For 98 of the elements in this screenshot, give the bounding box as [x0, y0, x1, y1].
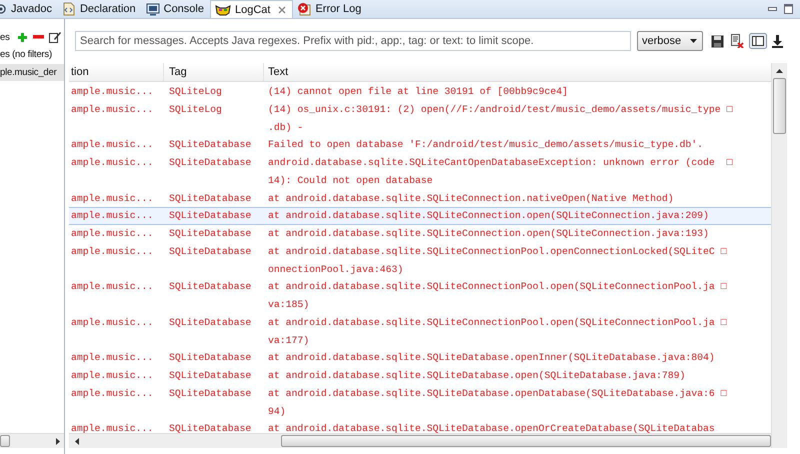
view-tab[interactable]: Declaration [58, 0, 142, 18]
message-cell-text: va:185) [268, 298, 310, 312]
close-icon[interactable] [278, 6, 286, 14]
scrollbar-thumb[interactable] [281, 435, 771, 447]
maximize-icon[interactable] [784, 4, 793, 14]
dropdown-caret-icon [690, 39, 697, 43]
app-cell-text: ample.music... [71, 351, 154, 366]
scrollbar-thumb[interactable] [773, 78, 786, 134]
minus-icon[interactable] [32, 35, 44, 39]
message-cell-text: at android.database.sqlite.SQLiteDatabase.openDatabase(SQLiteDatabase.java:6 □ [268, 386, 728, 401]
message-cell-text: at android.database.sqlite.SQLiteConnection.open(SQLiteConnection.java:209) [268, 209, 710, 224]
panel-heading: es [0, 32, 10, 42]
message-cell-text: (14) cannot open file at line 30191 of [00bb9c9ce4] [268, 85, 569, 99]
log-row[interactable]: ample.music... SQLiteDatabase at android.database.sqlite.SQLiteConnection.open(SQLiteConnection.java:209) [69, 207, 771, 225]
message-cell-text: .db) - [268, 120, 304, 134]
message-cell-text: at android.database.sqlite.SQLiteConnection.nativeOpen(Native Method) [268, 192, 675, 206]
message-cell-text: 14): Could not open database [268, 174, 434, 188]
filter-item[interactable]: es (no filters) [0, 46, 64, 63]
app-cell-text: ample.music... [71, 280, 154, 294]
column-header[interactable]: tion [69, 63, 164, 81]
app-cell-text: ample.music... [71, 138, 154, 152]
minimize-icon[interactable] [768, 6, 777, 12]
message-cell-text: at android.database.sqlite.SQLiteConnectionPool.open(SQLiteConnectionPool.ja □ [268, 316, 728, 330]
column-header[interactable]: Tag [164, 63, 264, 81]
message-cell-text: at android.database.sqlite.SQLiteConnectionPool.openConnectionLocked(SQLiteC □ [268, 244, 728, 259]
log-row[interactable]: ample.music... SQLiteDatabase at android.database.sqlite.SQLiteDatabase.openInner(SQLiteDatabase.java:804) [69, 349, 771, 367]
tag-cell-text: SQLiteDatabase [169, 386, 252, 401]
log-row[interactable]: ample.music... SQLiteLog (14) cannot open file at line 30191 of [00bb9c9ce4] [69, 83, 771, 101]
scroll-lock-icon[interactable] [772, 34, 783, 48]
log-row[interactable]: ample.music... SQLiteDatabase at android.database.sqlite.SQLiteConnection.nativeOpen(Native Method) [69, 190, 771, 208]
message-cell-text: 94) [268, 404, 287, 418]
message-cell-text: onnectionPool.java:463) [268, 262, 404, 276]
up-arrow-icon[interactable] [776, 69, 783, 73]
monitor-icon [146, 2, 160, 16]
view-tab[interactable]: Error Log [293, 0, 368, 18]
view-tab[interactable]: Console [142, 0, 210, 18]
tag-cell-text: SQLiteDatabase [169, 156, 252, 170]
log-row[interactable]: ample.music... SQLiteDatabase at android.database.sqlite.SQLiteDatabase.open(SQLiteDatabase.java:789) [69, 367, 771, 385]
app-cell-text: ample.music... [71, 369, 154, 383]
tag-cell-text: SQLiteDatabase [169, 244, 252, 259]
app-cell-text: ample.music... [71, 209, 154, 224]
horizontal-scrollbar[interactable] [0, 433, 64, 448]
log-row[interactable]: ample.music... SQLiteDatabase at android.database.sqlite.SQLiteConnectionPool.open(SQLiteConnectionPool.ja □ va:185) [69, 278, 771, 314]
log-row[interactable]: ample.music... SQLiteDatabase at android.database.sqlite.SQLiteConnectionPool.open(SQLiteConnectionPool.ja □ va:177) [69, 314, 771, 350]
message-cell-text: (14) os_unix.c:30191: (2) open(//F:/android/test/music_demo/assets/music_type □ [268, 102, 734, 117]
view-tab[interactable]: LogCat [210, 0, 294, 18]
view-tab[interactable]: Javadoc [0, 0, 58, 18]
horizontal-scrollbar[interactable] [69, 433, 771, 448]
scrollbar-thumb[interactable] [0, 435, 10, 447]
app-cell-text: ample.music... [71, 156, 154, 170]
vertical-scrollbar[interactable] [771, 63, 787, 448]
message-cell-text: at android.database.sqlite.SQLiteDatabase.openInner(SQLiteDatabase.java:804) [268, 351, 716, 366]
panel-toggle-icon[interactable] [749, 33, 767, 49]
log-row[interactable]: ample.music... SQLiteDatabase at android.database.sqlite.SQLiteConnection.open(SQLiteConnection.java:193) [69, 225, 771, 243]
tag-cell-text: SQLiteDatabase [169, 422, 252, 433]
tag-cell-text: SQLiteDatabase [169, 138, 252, 152]
message-cell-text: va:177) [268, 334, 310, 348]
left-arrow-icon[interactable] [75, 438, 79, 444]
log-level-dropdown[interactable]: verbose [637, 31, 703, 51]
message-cell-text: android.database.sqlite.SQLiteCantOpenDatabaseException: unknown error (code □ [268, 156, 734, 170]
app-cell-text: ample.music... [71, 85, 154, 99]
right-arrow-icon[interactable] [56, 438, 60, 444]
filter-item[interactable]: ple.music_der [0, 64, 64, 81]
plus-icon[interactable] [16, 32, 28, 42]
app-cell-text: ample.music... [71, 227, 154, 241]
log-row[interactable]: ample.music... SQLiteDatabase Failed to open database 'F:/android/test/music_demo/assets/music_type.db'. [69, 136, 771, 154]
tag-cell-text: SQLiteLog [169, 102, 223, 117]
edit-icon[interactable] [48, 31, 61, 43]
tag-cell-text: SQLiteLog [169, 85, 223, 99]
document-icon [62, 2, 76, 16]
message-cell-text: at android.database.sqlite.SQLiteDatabase.open(SQLiteDatabase.java:789) [268, 369, 686, 383]
message-cell-text: at android.database.sqlite.SQLiteConnectionPool.open(SQLiteConnectionPool.ja □ [268, 280, 728, 294]
tag-cell-text: SQLiteDatabase [169, 227, 252, 241]
app-cell-text: ample.music... [71, 102, 154, 117]
log-row[interactable]: ample.music... SQLiteDatabase at android.database.sqlite.SQLiteDatabase.openOrCreateDatabase(SQLiteDatabas [69, 420, 771, 433]
tag-cell-text: SQLiteDatabase [169, 192, 252, 206]
message-cell-text: at android.database.sqlite.SQLiteDatabase.openOrCreateDatabase(SQLiteDatabas [268, 422, 716, 433]
search-field[interactable]: Search for messages. Accepts Java regexes. Prefix with pid:, app:, tag: or text: to limit scope. [75, 31, 631, 51]
log-row[interactable]: ample.music... SQLiteDatabase at android.database.sqlite.SQLiteConnectionPool.openConnectionLocked(SQLiteC □ onnectionPool.java:463) [69, 242, 771, 278]
log-row[interactable]: ample.music... SQLiteDatabase at android.database.sqlite.SQLiteDatabase.openDatabase(SQLiteDatabase.java:6 □ 94) [69, 384, 771, 420]
cat-icon [214, 4, 231, 16]
app-cell-text: ample.music... [71, 192, 154, 206]
column-header[interactable]: Text [264, 63, 771, 81]
message-cell-text: Failed to open database 'F:/android/test/music_demo/assets/music_type.db'. [268, 138, 704, 152]
clear-log-icon[interactable] [730, 34, 744, 48]
error-icon [297, 2, 312, 16]
tag-cell-text: SQLiteDatabase [169, 351, 252, 366]
app-cell-text: ample.music... [71, 386, 154, 401]
message-cell-text: at android.database.sqlite.SQLiteConnection.open(SQLiteConnection.java:193) [268, 227, 710, 241]
app-cell-text: ample.music... [71, 422, 154, 433]
tag-cell-text: SQLiteDatabase [169, 280, 252, 294]
at-sign-icon [0, 3, 7, 15]
save-icon[interactable] [711, 34, 724, 48]
app-cell-text: ample.music... [71, 244, 154, 259]
tag-cell-text: SQLiteDatabase [169, 209, 252, 224]
tag-cell-text: SQLiteDatabase [169, 369, 252, 383]
app-cell-text: ample.music... [71, 316, 154, 330]
tag-cell-text: SQLiteDatabase [169, 316, 252, 330]
